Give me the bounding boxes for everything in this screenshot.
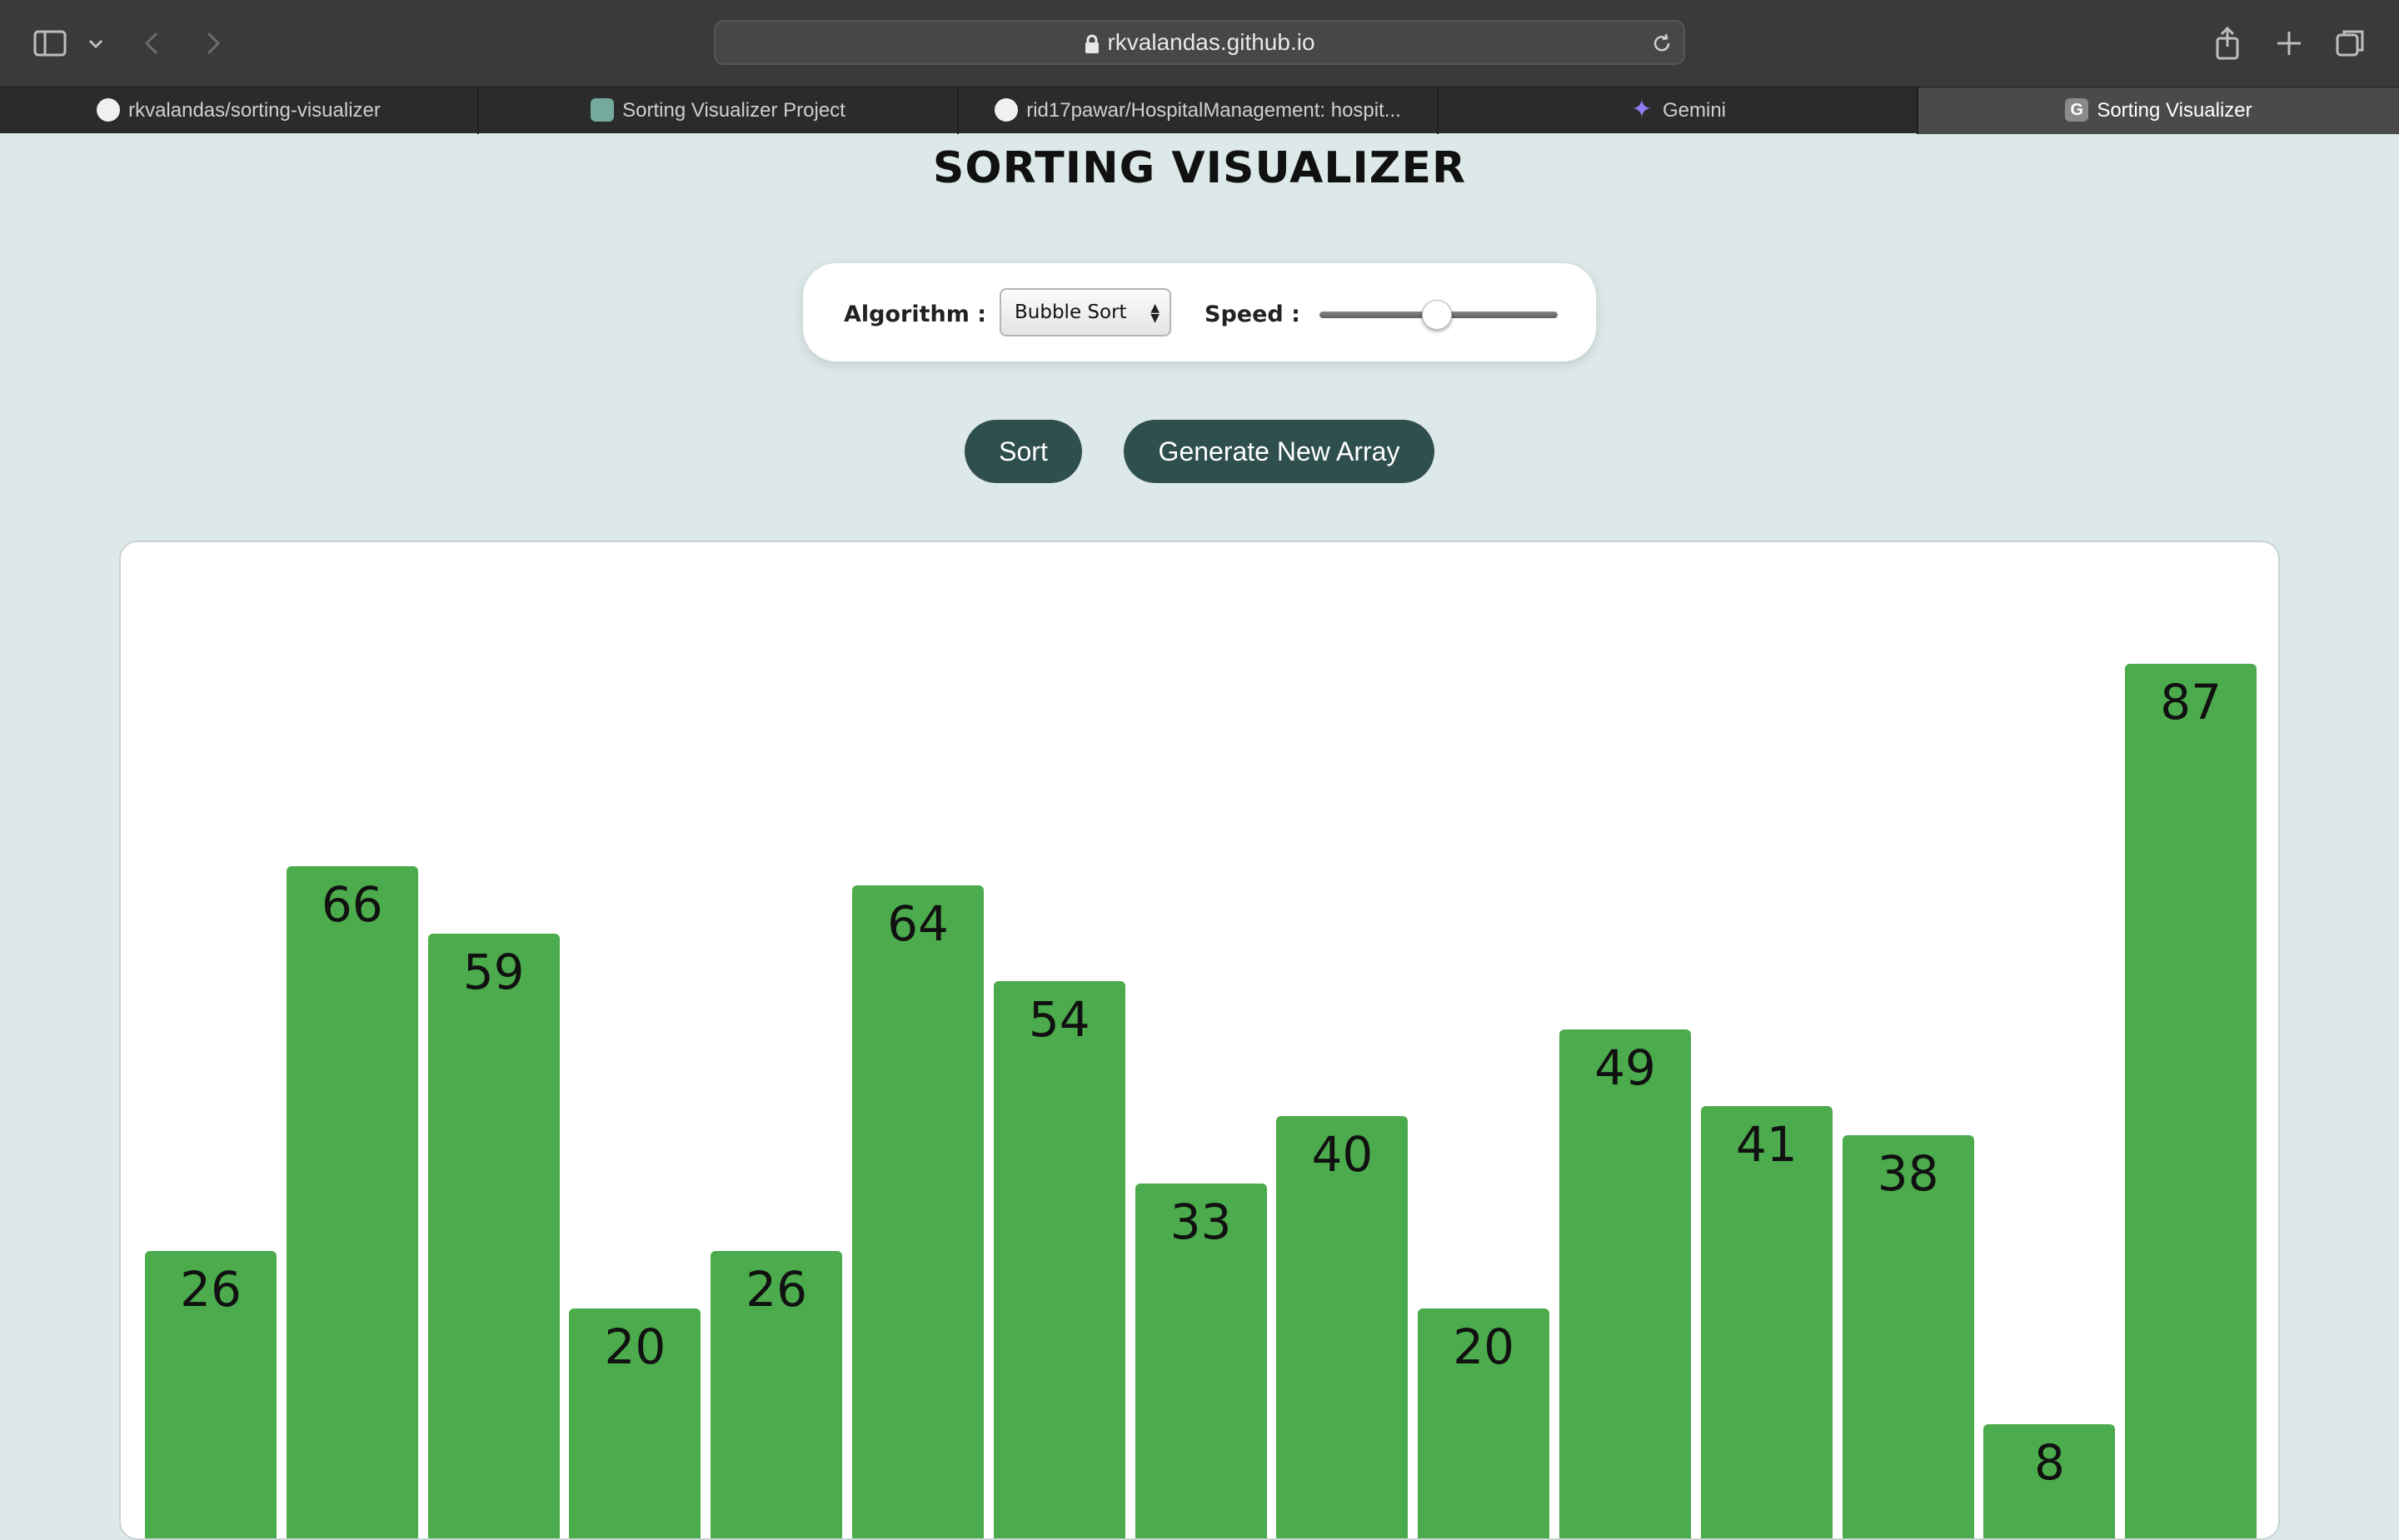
bar-3: 20 [569,1308,701,1538]
bar-value-label: 54 [1028,991,1090,1049]
address-bar[interactable]: rkvalandas.github.io [714,20,1685,65]
chevron-down-icon[interactable] [83,25,108,62]
bar-7: 33 [1135,1183,1267,1538]
tab-overview-icon[interactable] [2332,25,2369,62]
bar-13: 8 [1983,1423,2116,1538]
algorithm-label: Algorithm : [844,302,987,327]
bar-value-label: 59 [462,943,525,1000]
bar-1: 66 [286,865,418,1538]
bar-11: 41 [1700,1106,1833,1538]
bar-10: 49 [1559,1029,1691,1538]
tab-sorting-visualizer-repo[interactable]: rkvalandas/sorting-visualizer [0,87,479,134]
bar-value-label: 20 [1453,1318,1515,1375]
sort-button[interactable]: Sort [965,420,1082,483]
bar-6: 54 [993,981,1125,1538]
tab-hospital-management[interactable]: rid17pawar/HospitalManagement: hospit... [959,87,1439,134]
github-icon [97,97,121,122]
tab-strip: rkvalandas/sorting-visualizer Sorting Vi… [0,87,2399,134]
chatgpt-icon [591,97,615,122]
bar-value-label: 38 [1877,1145,1939,1203]
g-icon: G [2065,97,2089,122]
lock-icon [1085,34,1100,53]
bar-value-label: 66 [321,875,383,933]
tab-gemini[interactable]: ✦ Gemini [1439,87,1918,134]
bar-14: 87 [2125,664,2257,1538]
reload-icon[interactable] [1650,32,1673,55]
browser-toolbar: rkvalandas.github.io [0,0,2399,87]
algorithm-select-value: Bubble Sort [1015,302,1127,323]
bar-value-label: 64 [887,895,949,952]
bar-value-label: 8 [2033,1433,2065,1491]
bar-value-label: 26 [746,1260,808,1318]
controls-panel: Algorithm : Bubble Sort ▲ ▼ Speed : [803,263,1596,361]
bar-value-label: 49 [1594,1039,1656,1097]
bar-value-label: 87 [2160,674,2222,731]
url-text: rkvalandas.github.io [1107,29,1315,55]
speed-label: Speed : [1204,302,1300,327]
bar-8: 40 [1276,1116,1409,1538]
tab-sorting-visualizer[interactable]: G Sorting Visualizer [1918,87,2399,134]
algorithm-select[interactable]: Bubble Sort ▲ ▼ [1000,288,1171,336]
bar-chart: 26 66 59 20 26 64 54 33 40 20 49 41 38 8 87 [119,541,2280,1540]
bar-value-label: 20 [604,1318,666,1375]
forward-icon[interactable] [193,25,230,62]
share-icon[interactable] [2209,25,2246,62]
bar-2: 59 [427,933,560,1538]
bar-5: 64 [852,885,984,1538]
bar-value-label: 41 [1735,1116,1798,1174]
select-arrows-icon: ▲ ▼ [1150,302,1160,325]
sidebar-toggle-icon[interactable] [32,25,68,62]
bar-value-label: 40 [1311,1126,1374,1183]
generate-new-array-button[interactable]: Generate New Array [1124,420,1434,483]
bar-12: 38 [1842,1135,1974,1538]
bar-4: 26 [711,1250,843,1538]
gemini-icon: ✦ [1631,95,1653,123]
new-tab-icon[interactable] [2271,25,2307,62]
page-title: SORTING VISUALIZER [932,143,1467,193]
bar-value-label: 26 [180,1260,242,1318]
bar-0: 26 [145,1250,277,1538]
tab-sorting-visualizer-project[interactable]: Sorting Visualizer Project [479,87,959,134]
github-icon [995,97,1019,122]
bar-9: 20 [1418,1308,1550,1538]
bar-value-label: 33 [1170,1193,1232,1250]
back-icon[interactable] [135,25,172,62]
speed-slider[interactable] [1319,300,1558,330]
speed-slider-thumb[interactable] [1422,300,1453,330]
